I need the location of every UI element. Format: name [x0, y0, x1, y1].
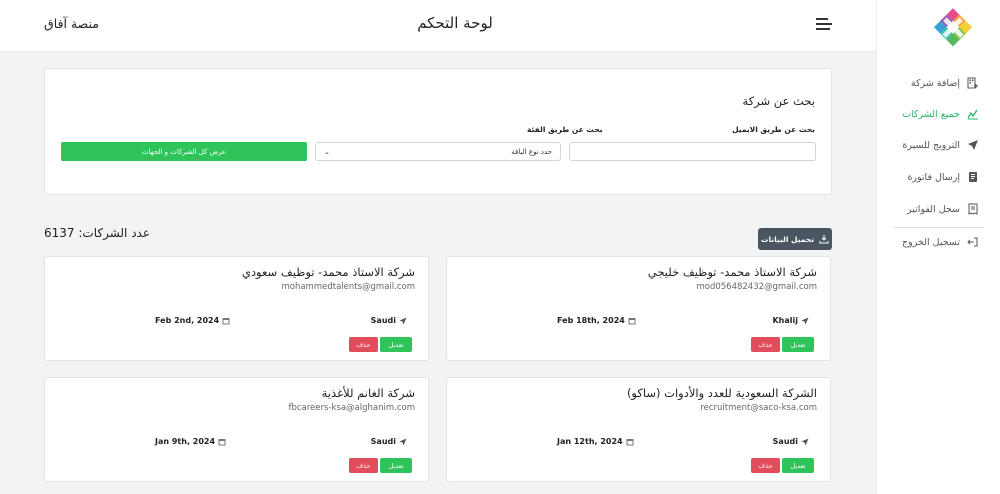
date-text: Feb 2nd, 2024	[155, 316, 220, 325]
company-name: شركة الاستاذ محمد- توظيف سعودي	[241, 265, 415, 279]
location-text: Saudi	[772, 437, 798, 446]
location-text: Saudi	[370, 316, 396, 325]
logo	[933, 8, 973, 47]
category-select[interactable]: حدد نوع الباقة ⌄	[315, 142, 561, 161]
edit-button[interactable]: تعديل	[380, 337, 412, 352]
company-location: Saudi	[371, 437, 407, 446]
company-location: Saudi	[773, 437, 809, 446]
sidebar-item-add-company[interactable]: إضافة شركة	[911, 73, 980, 93]
company-location: Saudi	[371, 316, 407, 325]
edit-button[interactable]: تعديل	[380, 458, 412, 473]
delete-button[interactable]: حذف	[751, 458, 780, 473]
download-data-button[interactable]: تحميل البيانات	[758, 228, 832, 250]
company-date: Feb 2nd, 2024	[155, 316, 230, 325]
calendar-icon	[628, 317, 636, 324]
sidebar-item-label: جميع الشركات	[902, 108, 960, 120]
sidebar-item-label: تسجيل الخروج	[902, 236, 960, 248]
delete-button[interactable]: حذف	[349, 458, 378, 473]
sidebar-item-label: إرسال فاتورة	[907, 171, 960, 183]
company-name: الشركة السعودية للعدد والأدوات (ساكو)	[626, 386, 817, 400]
company-name: شركة الغانم للأغذية	[321, 386, 415, 400]
date-text: Jan 9th, 2024	[155, 437, 216, 446]
top-header: منصة آفاق لوحة التحكم	[0, 0, 876, 52]
sidebar-item-logout[interactable]: تسجيل الخروج	[902, 232, 980, 252]
sidebar-item-label: سجل الفواتير	[907, 203, 960, 215]
company-email: mohammedtalents@gmail.com	[281, 282, 415, 292]
company-location: Khalij	[772, 316, 809, 325]
location-arrow-icon	[399, 438, 407, 445]
sidebar: إضافة شركة جميع الشركات الترويج للسيرة إ…	[876, 0, 1000, 494]
edit-button[interactable]: تعديل	[782, 337, 814, 352]
send-icon	[966, 138, 980, 152]
edit-button[interactable]: تعديل	[782, 458, 814, 473]
location-arrow-icon	[399, 317, 407, 324]
calendar-icon	[222, 317, 230, 324]
company-card: الشركة السعودية للعدد والأدوات (ساكو) re…	[446, 377, 831, 482]
company-card: شركة الاستاذ محمد- توظيف سعودي mohammedt…	[44, 256, 429, 361]
download-icon	[819, 235, 829, 244]
location-arrow-icon	[801, 317, 809, 324]
category-search-label: بحث عن طريق الفئة	[527, 125, 603, 134]
download-button-label: تحميل البيانات	[760, 234, 815, 244]
sidebar-item-send-invoice[interactable]: إرسال فاتورة	[907, 167, 980, 187]
calendar-icon	[218, 438, 226, 445]
company-date: Jan 12th, 2024	[557, 437, 634, 446]
company-date: Feb 18th, 2024	[557, 316, 636, 325]
platform-name: منصة آفاق	[44, 16, 99, 31]
company-card: شركة الغانم للأغذية fbcareers-ksa@alghan…	[44, 377, 429, 482]
location-arrow-icon	[801, 438, 809, 445]
location-text: Saudi	[370, 437, 396, 446]
sidebar-divider	[894, 227, 984, 228]
company-card: شركة الاستاذ محمد- توظيف خليجي mod056482…	[446, 256, 831, 361]
email-search-label: بحث عن طريق الايميل	[732, 125, 815, 134]
category-select-value: حدد نوع الباقة	[511, 147, 552, 156]
company-email: mod056482432@gmail.com	[696, 282, 817, 292]
delete-button[interactable]: حذف	[349, 337, 378, 352]
search-title: بحث عن شركة	[742, 94, 815, 108]
company-date: Jan 9th, 2024	[155, 437, 226, 446]
delete-button[interactable]: حذف	[751, 337, 780, 352]
company-email: recruitment@saco-ksa.com	[700, 403, 817, 413]
chart-line-icon	[966, 107, 980, 121]
page-title: لوحة التحكم	[417, 14, 493, 32]
search-card: بحث عن شركة بحث عن طريق الايميل بحث عن ط…	[44, 68, 832, 195]
chevron-down-icon: ⌄	[324, 147, 330, 156]
invoice-icon	[966, 170, 980, 184]
sidebar-item-label: الترويج للسيرة	[902, 139, 960, 151]
show-all-companies-button[interactable]: عرض كل الشركات و الجهات	[61, 142, 307, 161]
company-name: شركة الاستاذ محمد- توظيف خليجي	[647, 265, 817, 279]
date-text: Jan 12th, 2024	[557, 437, 623, 446]
calendar-icon	[626, 438, 634, 445]
hamburger-menu-icon[interactable]	[816, 18, 832, 32]
sidebar-item-promote-cv[interactable]: الترويج للسيرة	[902, 135, 980, 155]
location-text: Khalij	[772, 316, 798, 325]
logout-icon	[966, 235, 980, 249]
sidebar-item-invoice-log[interactable]: سجل الفواتير	[907, 199, 980, 219]
date-text: Feb 18th, 2024	[557, 316, 625, 325]
sidebar-item-all-companies[interactable]: جميع الشركات	[902, 104, 980, 124]
receipt-icon	[966, 202, 980, 216]
company-email: fbcareers-ksa@alghanim.com	[288, 403, 415, 413]
email-search-input[interactable]	[569, 142, 816, 161]
building-add-icon	[966, 76, 980, 90]
companies-count: عدد الشركات: 6137	[44, 226, 151, 240]
sidebar-item-label: إضافة شركة	[910, 77, 960, 89]
